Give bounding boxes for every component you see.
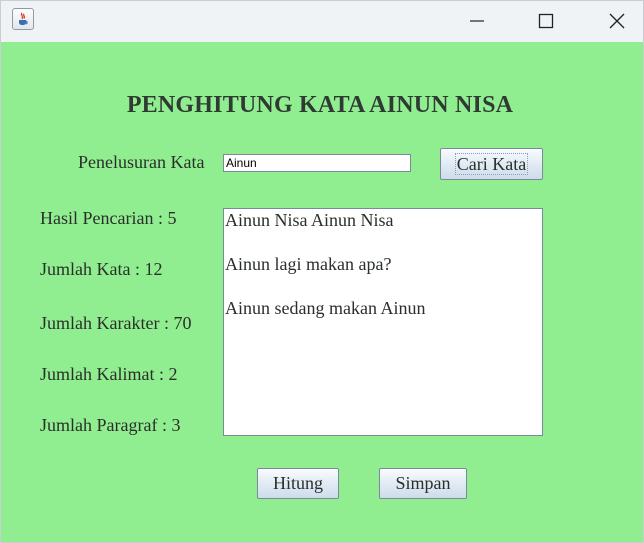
maximize-button[interactable] xyxy=(523,1,569,41)
hasil-pencarian-label: Hasil Pencarian : 5 xyxy=(40,208,177,228)
content-panel: PENGHITUNG KATA AINUN NISA Penelusuran K… xyxy=(1,42,643,542)
close-button[interactable] xyxy=(594,1,640,41)
minimize-button[interactable] xyxy=(454,1,500,41)
title-bar xyxy=(1,1,643,41)
text-area[interactable]: Ainun Nisa Ainun Nisa Ainun lagi makan a… xyxy=(223,208,543,436)
cari-kata-button[interactable]: Cari Kata xyxy=(440,148,543,180)
minimize-icon xyxy=(470,20,484,22)
cari-kata-label: Cari Kata xyxy=(454,153,529,175)
java-cup-icon[interactable] xyxy=(12,8,34,30)
app-window: PENGHITUNG KATA AINUN NISA Penelusuran K… xyxy=(0,0,644,543)
search-input[interactable] xyxy=(223,154,411,172)
jumlah-kalimat-label: Jumlah Kalimat : 2 xyxy=(40,364,178,384)
page-title: PENGHITUNG KATA AINUN NISA xyxy=(126,92,514,118)
search-label: Penelusuran Kata xyxy=(78,152,205,172)
maximize-icon xyxy=(538,13,554,29)
simpan-button[interactable]: Simpan xyxy=(379,468,467,499)
jumlah-karakter-label: Jumlah Karakter : 70 xyxy=(40,313,192,333)
hitung-button[interactable]: Hitung xyxy=(257,468,339,499)
hitung-label: Hitung xyxy=(272,473,323,493)
jumlah-kata-label: Jumlah Kata : 12 xyxy=(40,259,163,279)
text-line: Ainun Nisa Ainun Nisa xyxy=(225,210,394,230)
text-line: Ainun sedang makan Ainun xyxy=(225,298,426,318)
close-icon xyxy=(609,13,625,29)
jumlah-paragraf-label: Jumlah Paragraf : 3 xyxy=(40,415,181,435)
text-line: Ainun lagi makan apa? xyxy=(225,254,392,274)
simpan-label: Simpan xyxy=(395,473,451,493)
